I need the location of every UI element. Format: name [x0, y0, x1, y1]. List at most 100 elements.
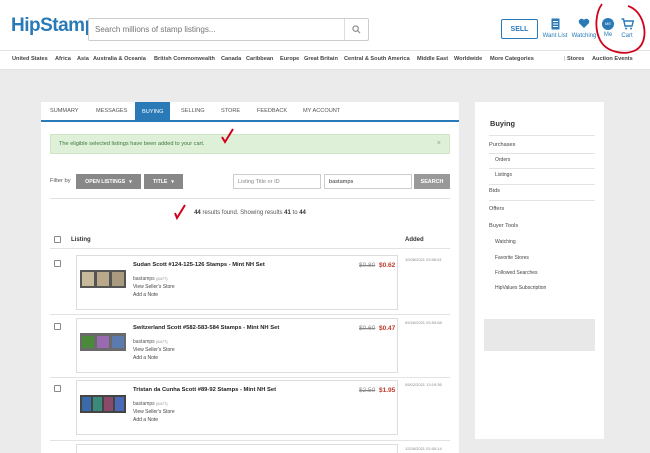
sell-button[interactable]: SELL — [501, 19, 538, 39]
add-note-link[interactable]: Add a Note — [133, 417, 158, 423]
divider — [50, 198, 450, 199]
stamp-thumbnail[interactable] — [80, 395, 126, 413]
seller-name-text: bastamps — [133, 276, 155, 282]
tab-selling[interactable]: SELLING — [181, 108, 205, 114]
original-price: $0.80 — [359, 262, 376, 269]
sidebar-item-watching[interactable]: Watching — [495, 239, 516, 245]
category-europe[interactable]: Europe — [280, 56, 299, 62]
stamp-thumbnail[interactable] — [80, 270, 126, 288]
sidebar-item-offers[interactable]: Offers — [489, 206, 504, 212]
filter-label: Filter by — [50, 178, 71, 184]
tab-store[interactable]: STORE — [221, 108, 240, 114]
seller-input[interactable]: bastamps — [324, 174, 412, 189]
view-seller-store-link[interactable]: View Seller's Store — [133, 284, 175, 290]
sidebar-item-orders[interactable]: Orders — [495, 157, 510, 163]
site-header: HipStamp SELL Want List Watching ME Me C… — [0, 0, 650, 50]
added-date: 10/08/2021 03:06:51 — [405, 257, 442, 262]
divider — [489, 184, 595, 185]
auction-events-link[interactable]: Auction Events — [592, 56, 633, 62]
view-seller-store-link[interactable]: View Seller's Store — [133, 347, 175, 353]
listing-title[interactable]: Tristan da Cunha Scott #89-92 Stamps - M… — [133, 387, 276, 393]
stamp-thumbnail[interactable] — [80, 333, 126, 351]
category-british-commonwealth[interactable]: British Commonwealth — [154, 56, 215, 62]
listing-title[interactable]: Sudan Scott #124-125-126 Stamps - Mint N… — [133, 262, 265, 268]
sidebar-item-followed-searches[interactable]: Followed Searches — [495, 270, 538, 276]
title-dropdown[interactable]: TITLE ▾ — [144, 174, 183, 189]
hipstamp-logo[interactable]: HipStamp — [11, 15, 96, 37]
heart-icon — [569, 18, 599, 31]
close-icon[interactable]: × — [437, 140, 441, 147]
sale-price: $0.47 — [379, 325, 396, 332]
category-asia[interactable]: Asia — [77, 56, 89, 62]
column-added: Added — [405, 237, 424, 243]
me-link[interactable]: ME Me — [598, 18, 618, 38]
search-button[interactable]: SEARCH — [414, 174, 450, 189]
sidebar-item-hipvalues-subscription[interactable]: HipValues Subscription — [495, 285, 546, 291]
cart-label: Cart — [621, 33, 633, 39]
select-all-checkbox[interactable] — [54, 236, 61, 243]
results-text: results found. Showing results — [200, 210, 285, 216]
seller-name[interactable]: bastamps (6477) — [133, 401, 168, 407]
caret-down-icon: ▾ — [171, 178, 175, 185]
category-nav: United States Africa Asia Australia & Oc… — [0, 50, 650, 70]
added-date: 12/26/2021 02:00:14 — [405, 446, 442, 451]
category-worldwide[interactable]: Worldwide — [454, 56, 482, 62]
avatar: ME — [602, 18, 614, 30]
tab-buying[interactable]: BUYING — [135, 102, 171, 122]
listing-title[interactable]: Switzerland Scott #582-583-584 Stamps - … — [133, 325, 279, 331]
tab-feedback[interactable]: FEEDBACK — [257, 108, 287, 114]
row-checkbox[interactable] — [54, 385, 61, 392]
open-listings-dropdown[interactable]: OPEN LISTINGS ▾ — [76, 174, 141, 189]
add-note-link[interactable]: Add a Note — [133, 355, 158, 361]
seller-input-value: bastamps — [329, 178, 354, 185]
tab-messages[interactable]: MESSAGES — [96, 108, 127, 114]
tab-summary[interactable]: SUMMARY — [50, 108, 79, 114]
sale-price: $1.95 — [379, 387, 396, 394]
sidebar-item-listings[interactable]: Listings — [495, 172, 512, 178]
results-from: 41 — [284, 210, 291, 216]
watching-link[interactable]: Watching — [569, 18, 599, 39]
view-seller-store-link[interactable]: View Seller's Store — [133, 409, 175, 415]
tab-my-account[interactable]: MY ACCOUNT — [303, 108, 340, 114]
seller-feedback-count: (6477) — [156, 339, 168, 344]
seller-name[interactable]: bastamps (6477) — [133, 276, 168, 282]
buying-sidebar: Buying Purchases Orders Listings Bids Of… — [475, 102, 604, 439]
sidebar-item-bids[interactable]: Bids — [489, 188, 500, 194]
added-date: 09/26/2021 03:53:58 — [405, 320, 442, 325]
sidebar-highlight — [484, 319, 595, 351]
sidebar-title: Buying — [490, 119, 516, 128]
category-more[interactable]: More Categories — [490, 56, 534, 62]
results-to-word: to — [290, 210, 300, 216]
divider — [489, 168, 595, 169]
want-list-label: Want List — [542, 33, 568, 39]
stores-link[interactable]: Stores — [567, 56, 584, 62]
divider — [489, 200, 595, 201]
category-canada[interactable]: Canada — [221, 56, 241, 62]
listing-card: Switzerland Scott #582-583-584 Stamps - … — [76, 318, 398, 373]
site-search-input[interactable] — [89, 19, 339, 40]
want-list-link[interactable]: Want List — [541, 18, 569, 39]
sidebar-item-favorite-stores[interactable]: Favorite Stores — [495, 255, 529, 261]
search-icon[interactable] — [344, 19, 368, 40]
listing-card: Sudan Scott #124-125-126 Stamps - Mint N… — [76, 255, 398, 310]
add-note-link[interactable]: Add a Note — [133, 292, 158, 298]
seller-feedback-count: (6477) — [156, 276, 168, 281]
results-count: 44 — [194, 210, 201, 216]
seller-feedback-count: (6477) — [156, 401, 168, 406]
category-caribbean[interactable]: Caribbean — [246, 56, 273, 62]
row-checkbox[interactable] — [54, 260, 61, 267]
seller-name[interactable]: bastamps (6477) — [133, 339, 168, 345]
category-australia-oceania[interactable]: Australia & Oceania — [93, 56, 146, 62]
cart-link[interactable]: Cart — [617, 18, 637, 39]
row-checkbox[interactable] — [54, 323, 61, 330]
category-africa[interactable]: Africa — [55, 56, 71, 62]
category-great-britain[interactable]: Great Britain — [304, 56, 338, 62]
listing-title-input[interactable]: Listing Title or ID — [233, 174, 321, 189]
sidebar-item-purchases[interactable]: Purchases — [489, 142, 515, 148]
nav-divider: | — [564, 56, 566, 62]
category-united-states[interactable]: United States — [12, 56, 48, 62]
sidebar-item-buyer-tools[interactable]: Buyer Tools — [489, 223, 518, 229]
category-central-south-america[interactable]: Central & South America — [344, 56, 410, 62]
category-middle-east[interactable]: Middle East — [417, 56, 448, 62]
original-price: $0.60 — [359, 325, 376, 332]
